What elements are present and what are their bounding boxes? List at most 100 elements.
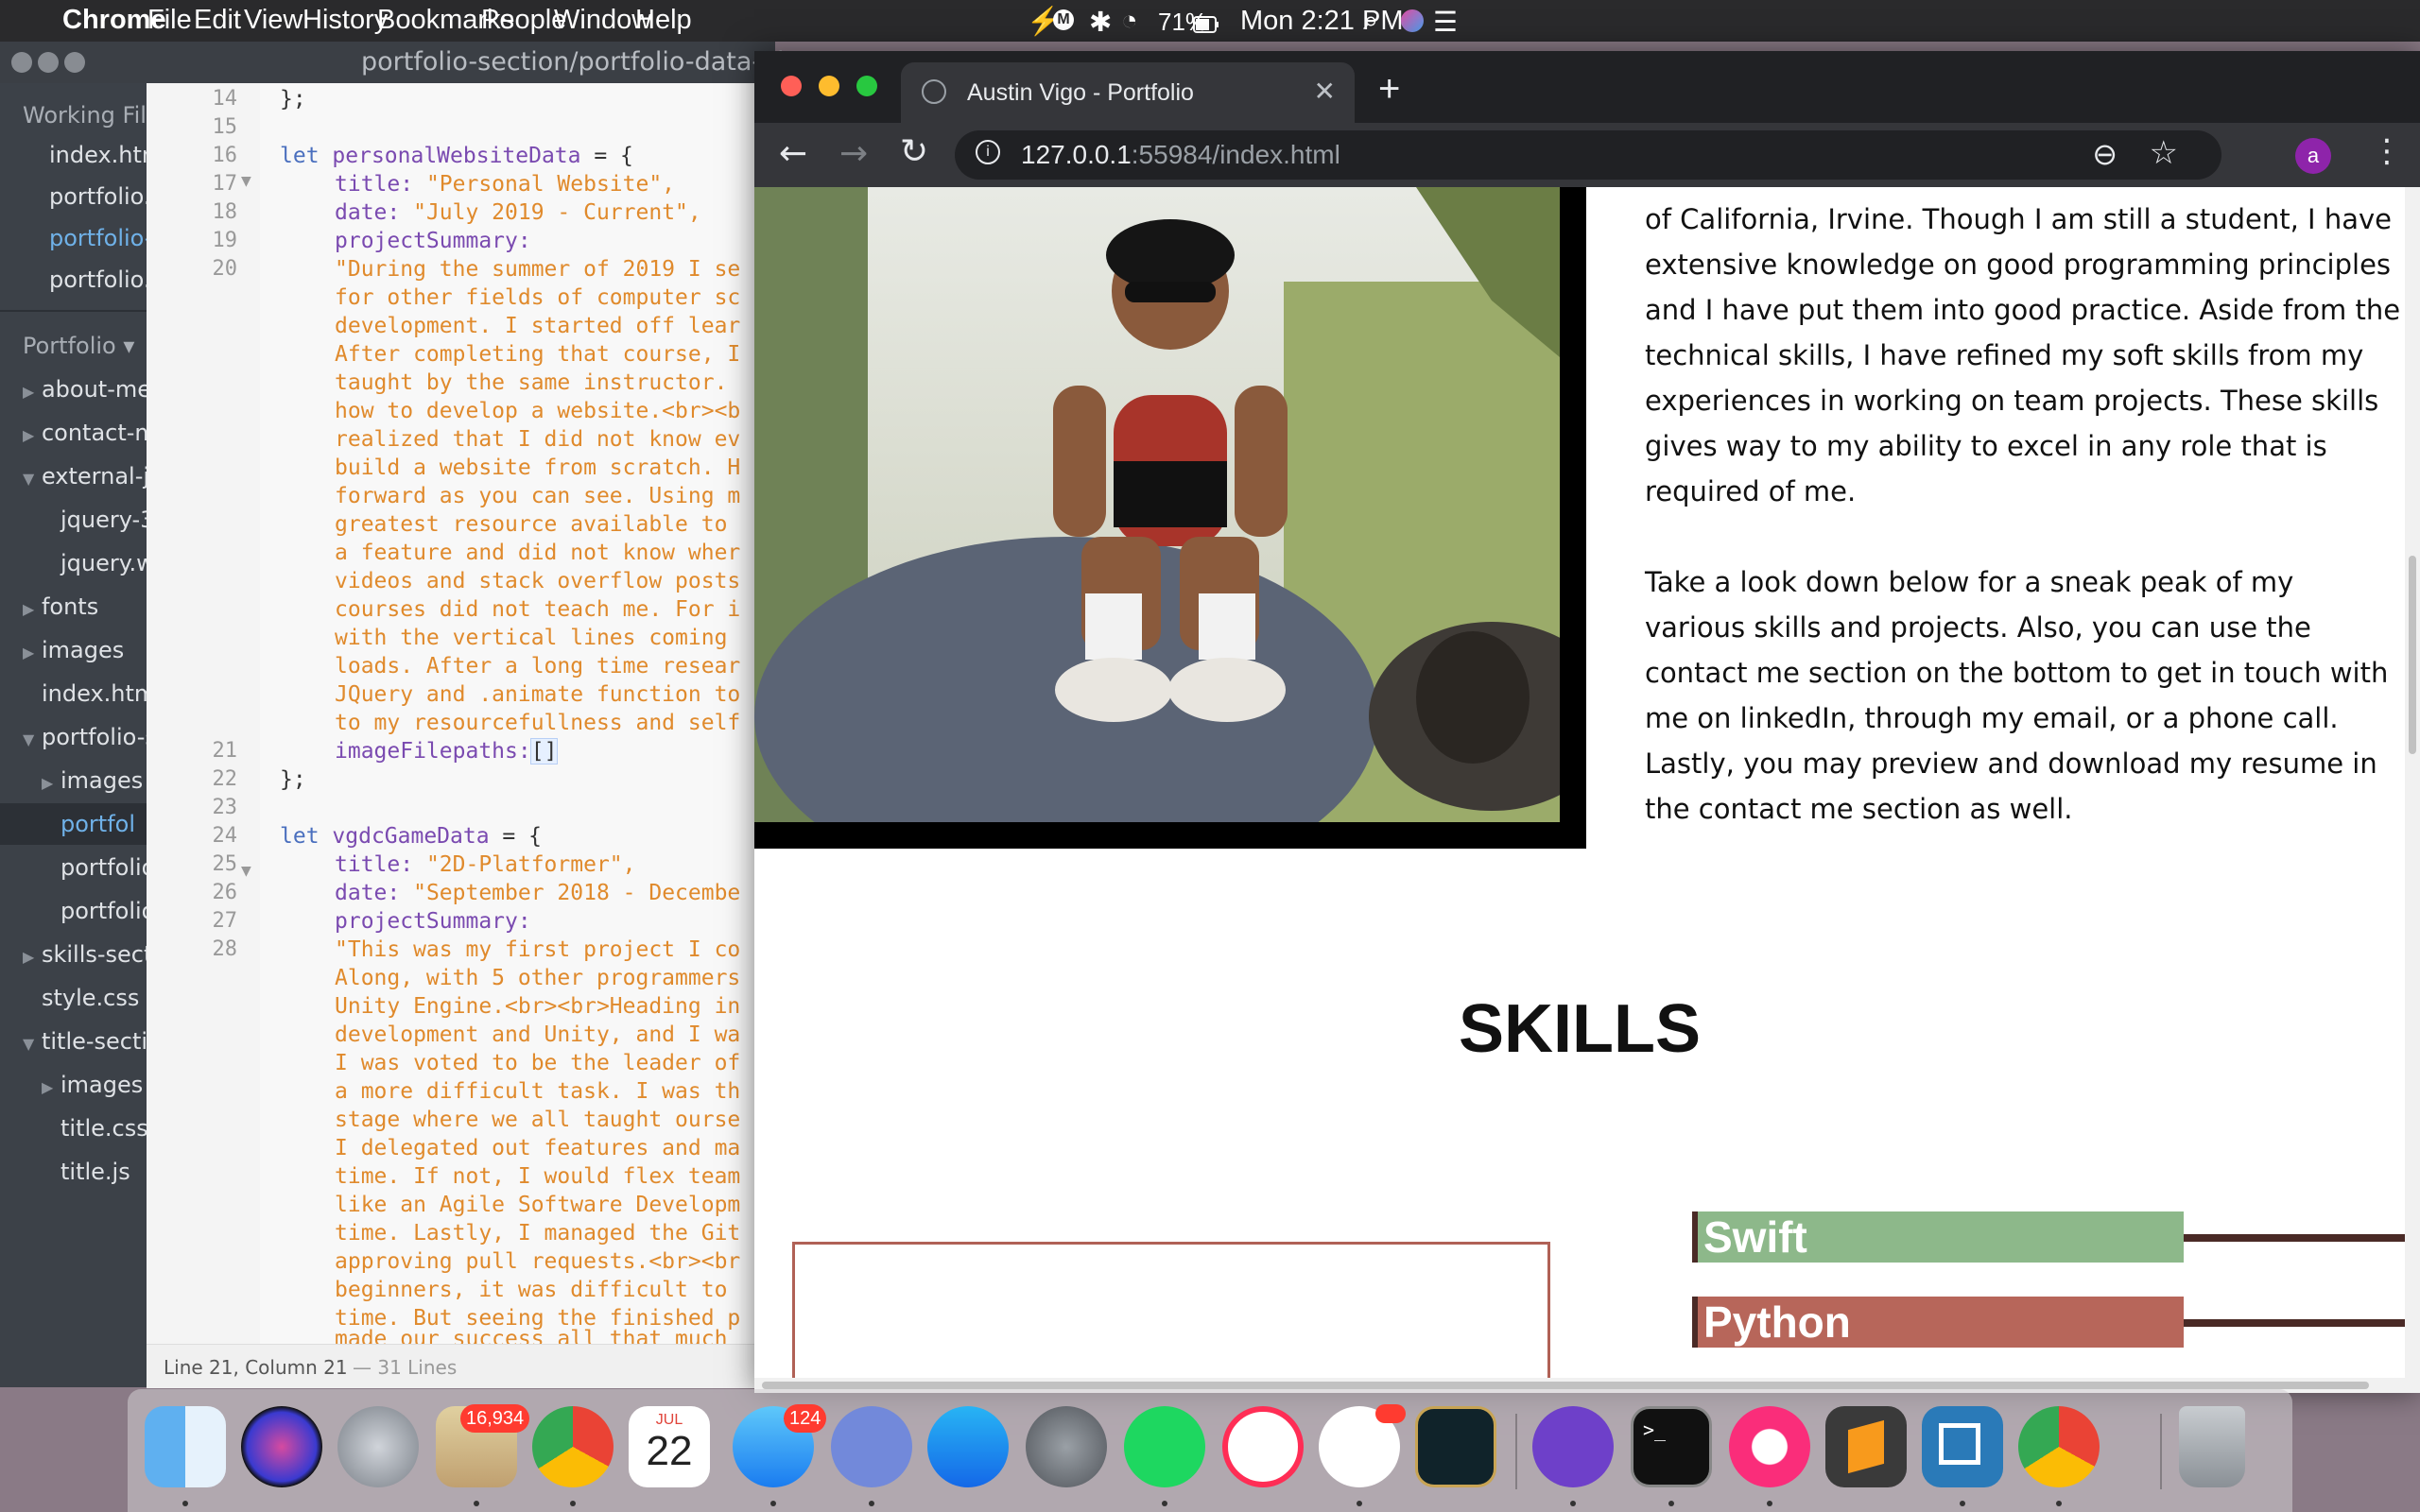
working-file[interactable]: index.htm [49, 142, 147, 168]
tab-portfolio[interactable]: Austin Vigo - Portfolio ✕ [901, 62, 1355, 123]
spotify-icon[interactable] [1124, 1406, 1205, 1487]
zoom-out-icon[interactable]: ⊖ [2092, 136, 2118, 172]
calendar-icon[interactable]: JUL 22 [629, 1406, 710, 1487]
browser-toolbar: ← → ↻ i 127.0.0.1:55984/index.html ⊖ ☆ a… [754, 123, 2420, 187]
running-indicator [182, 1501, 188, 1506]
sublime-text-icon[interactable] [1825, 1406, 1907, 1487]
property: date: [335, 881, 414, 905]
fold-arrow-icon[interactable]: ▼ [241, 864, 251, 879]
editor-zoom-button[interactable] [64, 52, 85, 73]
reload-icon[interactable]: ↻ [900, 132, 928, 171]
spotlight-icon[interactable]: ⌕ [1363, 6, 1378, 37]
folder-images[interactable]: ▶ images [42, 767, 143, 794]
scroll-thumb[interactable] [762, 1382, 2369, 1389]
folder-about-me[interactable]: ▶ about-me [23, 376, 147, 403]
code-line: "This was my first project I co [335, 937, 741, 962]
folder-fonts[interactable]: ▶ fonts [23, 593, 98, 620]
itunes-icon[interactable] [1729, 1406, 1810, 1487]
more-menu-icon[interactable]: ⋮ [2371, 132, 2403, 170]
trash-icon[interactable] [2179, 1406, 2245, 1487]
menu-file[interactable]: File [147, 5, 192, 36]
file-item[interactable]: style.css [42, 985, 139, 1011]
file-item[interactable]: portfolio [60, 854, 147, 881]
folder-external-js[interactable]: ▼ external-js [23, 463, 147, 490]
vertical-scrollbar[interactable] [2405, 187, 2420, 1393]
menu-history[interactable]: History [302, 5, 388, 36]
file-item-selected[interactable]: portfol [60, 811, 135, 837]
disclosure-right-icon: ▶ [23, 426, 35, 444]
code-line: videos and stack overflow posts [335, 569, 741, 593]
notification-center-icon[interactable]: ☰ [1433, 6, 1458, 39]
file-item[interactable]: title.css [60, 1115, 147, 1142]
chrome-icon[interactable] [532, 1406, 614, 1487]
system-preferences-icon[interactable] [1026, 1406, 1107, 1487]
code-line: date: "September 2018 - Decembe [335, 881, 740, 905]
keyword: let [280, 824, 320, 849]
about-paragraph-1: of California, Irvine. Though I am still… [1645, 203, 2401, 507]
new-tab-button[interactable]: + [1378, 68, 1400, 111]
close-tab-icon[interactable]: ✕ [1314, 76, 1336, 107]
scroll-thumb[interactable] [2409, 556, 2416, 754]
siri-app-icon[interactable] [241, 1406, 322, 1487]
news-icon[interactable] [1222, 1406, 1304, 1487]
file-item[interactable]: jquery.w [60, 550, 147, 576]
folder-portfolio-section[interactable]: ▼ portfolio-s [23, 724, 147, 750]
line-number: 24 [212, 824, 238, 848]
menu-edit[interactable]: Edit [194, 5, 241, 36]
zoom-window-button[interactable] [856, 76, 877, 96]
address-bar[interactable]: i 127.0.0.1:55984/index.html ⊖ ☆ [955, 130, 2221, 180]
app-store-icon[interactable] [927, 1406, 1009, 1487]
terminal-icon[interactable]: >_ [1631, 1406, 1712, 1487]
identifier: vgdcGameData [332, 824, 490, 849]
clock[interactable]: Mon 2:21 PM [1240, 6, 1403, 37]
folder-label: contact-m [41, 420, 147, 446]
info-icon[interactable]: i [976, 140, 1000, 164]
back-arrow-icon[interactable]: ← [779, 134, 807, 173]
working-file[interactable]: portfolio. [49, 183, 147, 210]
siri-icon[interactable] [1401, 9, 1424, 32]
league-of-legends-icon[interactable] [1415, 1406, 1496, 1487]
fold-arrow-icon[interactable]: ▼ [241, 174, 251, 189]
chrome-canary-icon[interactable] [2018, 1406, 2100, 1487]
folder-skills-section[interactable]: ▶ skills-sect [23, 941, 147, 968]
battery-icon[interactable] [1193, 9, 1219, 41]
bluetooth-icon[interactable]: ✱ [1089, 6, 1112, 39]
file-item[interactable]: portfolio [60, 898, 147, 924]
disclosure-right-icon: ▶ [42, 1078, 54, 1096]
editor-close-button[interactable] [11, 52, 32, 73]
url: 127.0.0.1:55984/index.html [1021, 140, 1340, 170]
disclosure-down-icon: ▼ [23, 730, 35, 748]
folder-title-section[interactable]: ▼ title-sectio [23, 1028, 147, 1055]
file-item[interactable]: jquery-3 [60, 507, 147, 533]
menu-view[interactable]: View [244, 5, 302, 36]
file-item[interactable]: index.htm [42, 680, 147, 707]
brackets-icon[interactable] [1922, 1406, 2003, 1487]
folder-contact-me[interactable]: ▶ contact-m [23, 420, 147, 446]
editor-minimize-button[interactable] [38, 52, 59, 73]
dock: 16,934 JUL 22 124 >_ [128, 1389, 2292, 1512]
minimize-window-button[interactable] [819, 76, 839, 96]
menu-help[interactable]: Help [635, 5, 692, 36]
disclosure-right-icon: ▶ [23, 600, 35, 618]
file-item[interactable]: title.js [60, 1159, 130, 1185]
discord-icon[interactable] [831, 1406, 912, 1487]
github-desktop-icon[interactable] [1532, 1406, 1614, 1487]
code-text: = { [580, 144, 633, 168]
profile-avatar[interactable]: a [2295, 138, 2331, 174]
malwarebytes-icon[interactable]: M [1053, 9, 1074, 30]
working-file[interactable]: portfolio. [49, 266, 147, 293]
wifi-icon[interactable]: ◔ [1121, 6, 1138, 37]
forward-arrow-icon[interactable]: → [839, 134, 868, 173]
working-file-active[interactable]: portfolio- [49, 225, 147, 251]
bookmark-star-icon[interactable]: ☆ [2150, 134, 2178, 172]
folder-images[interactable]: ▶ images [42, 1072, 143, 1098]
folder-images[interactable]: ▶ images [23, 637, 124, 663]
finder-icon[interactable] [145, 1406, 226, 1487]
close-window-button[interactable] [781, 76, 802, 96]
code-line: courses did not teach me. For i [335, 597, 741, 622]
string: "July 2019 - Current", [413, 200, 701, 225]
project-dropdown[interactable]: Portfolio ▾ [23, 333, 134, 359]
code-line: stage where we all taught ourse [335, 1108, 741, 1132]
code-line: After completing that course, I [335, 342, 741, 367]
launchpad-icon[interactable] [337, 1406, 419, 1487]
